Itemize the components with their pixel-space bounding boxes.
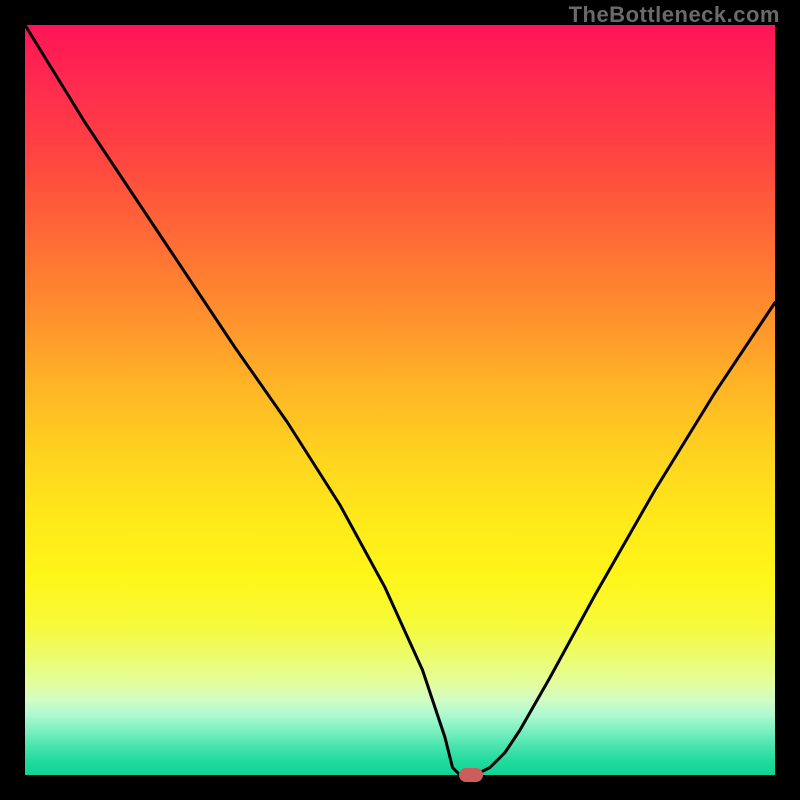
optimum-marker <box>459 768 483 782</box>
curve-svg <box>25 25 775 775</box>
plot-area <box>25 25 775 775</box>
bottleneck-curve <box>25 25 775 775</box>
chart-frame: TheBottleneck.com <box>0 0 800 800</box>
